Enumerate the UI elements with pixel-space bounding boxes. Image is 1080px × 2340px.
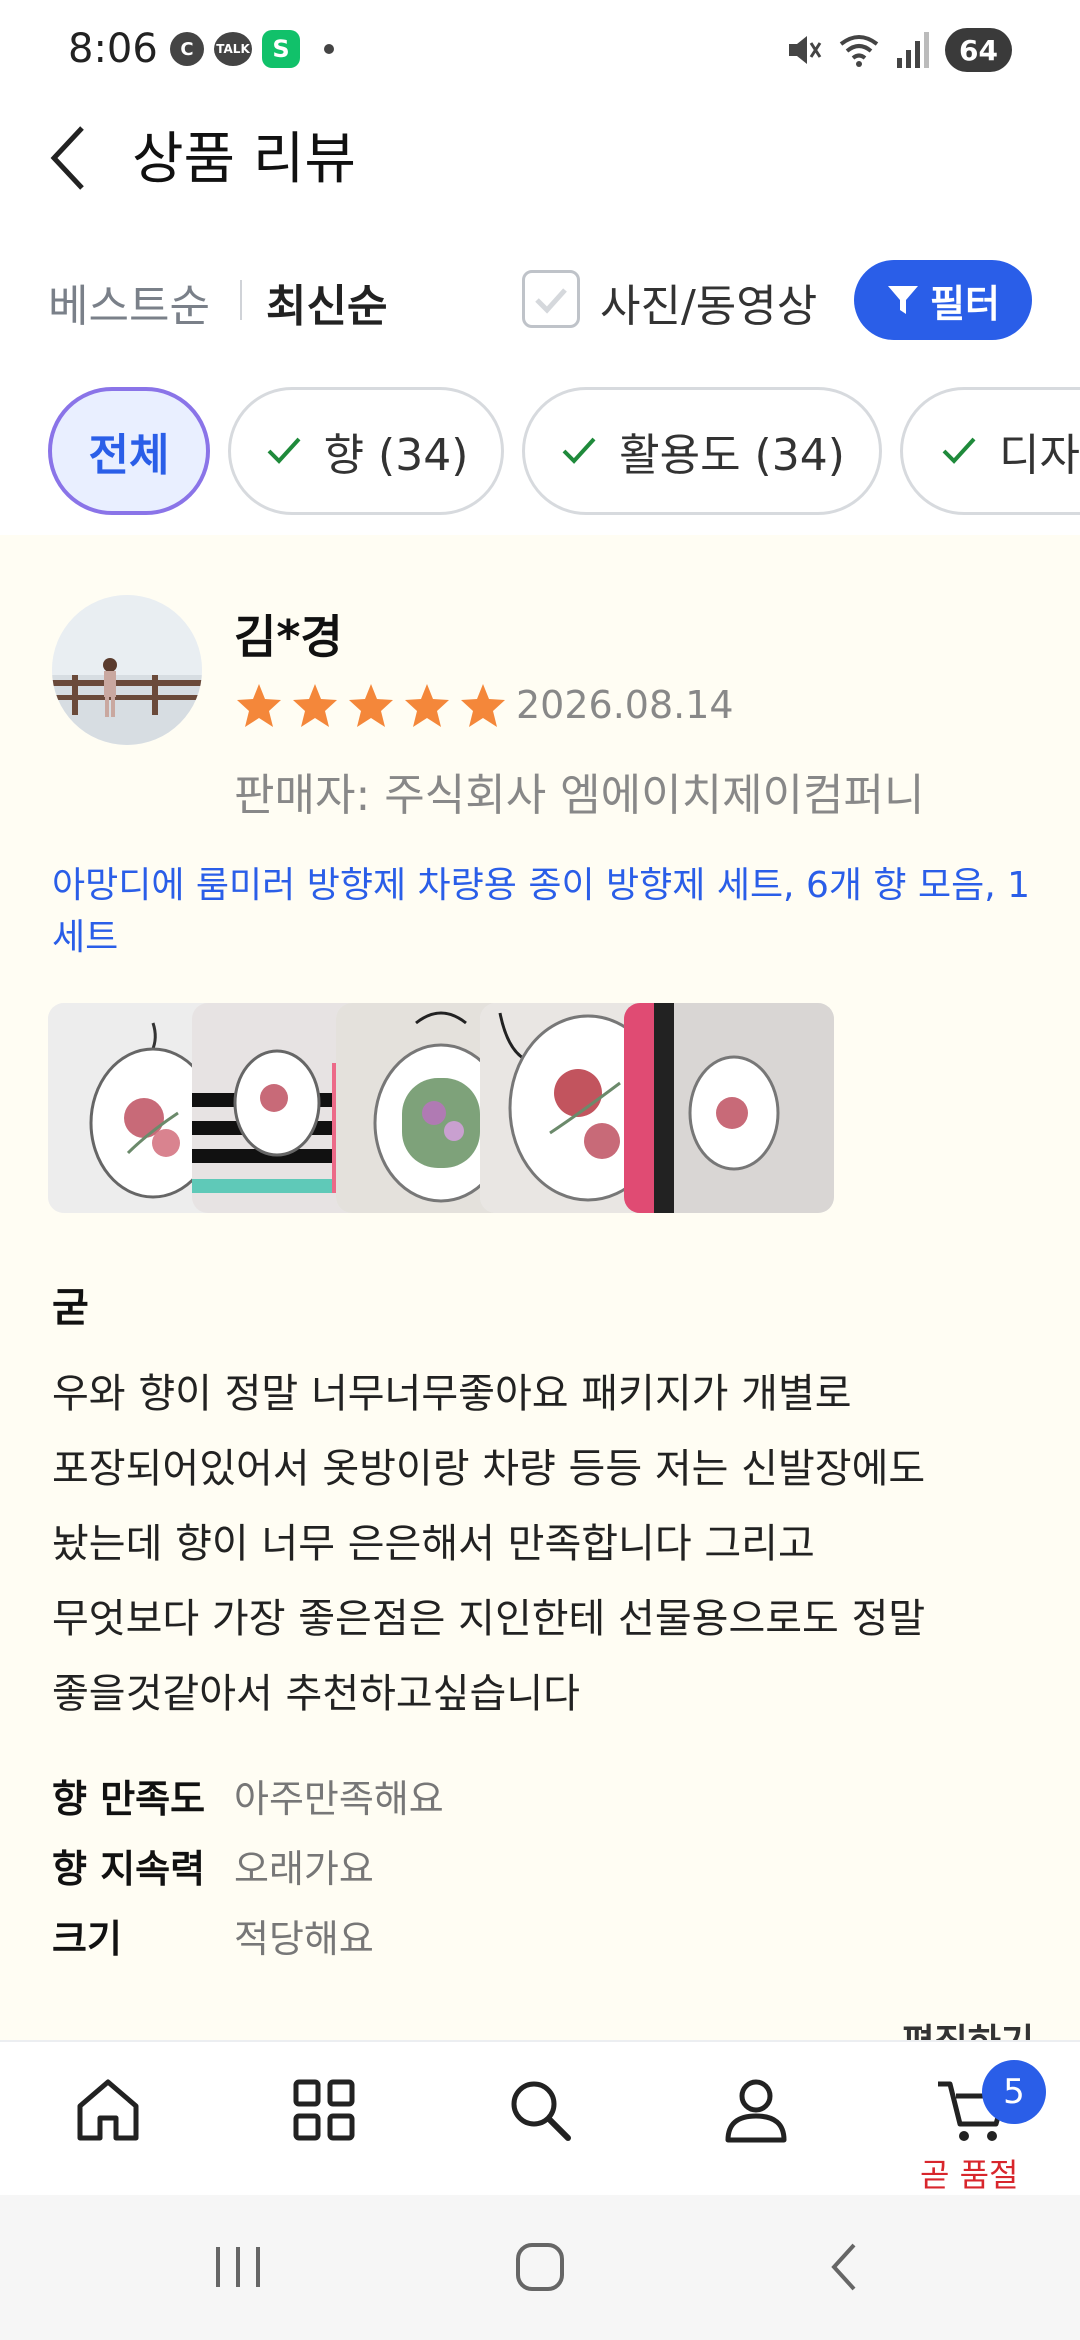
battery-indicator: 64 <box>945 28 1012 72</box>
page-title: 상품 리뷰 <box>132 127 356 192</box>
review-card: 김*경 2026.08.14 판매자: 주식회사 엠에이치제이컴퍼니 아망디에 … <box>0 535 1080 2043</box>
rating-stars <box>234 681 508 731</box>
category-grid-icon[interactable] <box>284 2070 364 2150</box>
signal-icon <box>897 32 930 68</box>
chip-label: 활용도 (34) <box>619 430 845 481</box>
attribute-row: 크기 적당해요 <box>52 1900 1032 1970</box>
chip-all[interactable]: 전체 <box>48 387 210 515</box>
edit-button[interactable]: 편집하기 <box>902 2013 1034 2043</box>
filter-funnel-icon <box>888 286 919 314</box>
star-icon <box>237 684 281 727</box>
review-body-line: 좋을것같아서 추천하고싶습니다 <box>52 1671 580 1717</box>
status-system-icons: 64 <box>783 28 1012 72</box>
home-button-icon[interactable] <box>510 2237 570 2297</box>
check-icon <box>562 437 596 464</box>
status-notification-icons: C TALK S <box>170 30 334 68</box>
filter-button[interactable]: 필터 <box>854 260 1032 340</box>
app-s-icon: S <box>262 30 300 68</box>
reviewer-avatar[interactable] <box>52 595 202 745</box>
attribute-value: 아주만족해요 <box>234 1776 444 1821</box>
back-arrow-icon[interactable] <box>40 118 100 198</box>
bottom-nav: 5 곧 품절 <box>0 2040 1080 2195</box>
cart-count-badge: 5 <box>982 2060 1046 2124</box>
star-icon <box>349 684 393 727</box>
sort-divider <box>240 280 242 320</box>
search-icon[interactable] <box>500 2070 580 2150</box>
attribute-key: 향 지속력 <box>52 1846 206 1891</box>
star-icon <box>461 684 505 727</box>
product-link[interactable]: 아망디에 룸미러 방향제 차량용 종이 방향제 세트, 6개 향 모음, 1세트 <box>52 860 1032 964</box>
reviewer-name: 김*경 <box>234 610 343 664</box>
attribute-key: 향 만족도 <box>52 1776 206 1821</box>
review-body-line: 무엇보다 가장 좋은점은 지인한테 선물용으로도 정말 <box>52 1596 926 1642</box>
attribute-row: 향 지속력 오래가요 <box>52 1830 1032 1900</box>
system-navigation-bar <box>0 2195 1080 2340</box>
chip-usability[interactable]: 활용도 (34) <box>522 387 882 515</box>
review-attributes: 향 만족도 아주만족해요 향 지속력 오래가요 크기 적당해요 <box>52 1760 1032 1970</box>
status-time: 8:06 <box>68 26 158 72</box>
seller-name: 판매자: 주식회사 엠에이치제이컴퍼니 <box>234 770 925 821</box>
review-body-line: 포장되어있어서 옷방이랑 차량 등등 저는 신발장에도 <box>52 1446 926 1492</box>
my-account-icon[interactable] <box>716 2070 796 2150</box>
star-icon <box>405 684 449 727</box>
sort-row: 베스트순 최신순 사진/동영상 필터 <box>0 250 1080 350</box>
check-icon <box>942 437 976 464</box>
attribute-key: 크기 <box>52 1916 122 1961</box>
review-photo-5[interactable] <box>624 1003 834 1213</box>
system-back-icon[interactable] <box>816 2237 876 2297</box>
filter-label: 필터 <box>930 281 1000 326</box>
review-body-line: 우와 향이 정말 너무너무좋아요 패키지가 개별로 <box>52 1371 852 1417</box>
review-date: 2026.08.14 <box>516 683 734 727</box>
attribute-row: 향 만족도 아주만족해요 <box>52 1760 1032 1830</box>
star-icon <box>293 684 337 727</box>
photo-video-label[interactable]: 사진/동영상 <box>600 270 817 334</box>
photo-video-checkbox[interactable] <box>522 270 580 328</box>
status-bar: 8:06 C TALK S 64 <box>0 0 1080 100</box>
wifi-icon <box>839 35 879 67</box>
chip-design[interactable]: 디자 <box>900 387 1080 515</box>
review-body: 우와 향이 정말 너무너무좋아요 패키지가 개별로 포장되어있어서 옷방이랑 차… <box>52 1357 1042 1732</box>
sort-best-button[interactable]: 베스트순 <box>48 270 210 334</box>
review-photo-strip <box>48 1003 1058 1215</box>
home-icon[interactable] <box>68 2070 148 2150</box>
kakaotalk-icon: TALK <box>214 32 252 66</box>
checkbox-check-icon <box>535 288 567 314</box>
dot-icon <box>324 44 334 54</box>
chip-scent[interactable]: 향 (34) <box>228 387 504 515</box>
chip-label: 전체 <box>88 430 170 481</box>
chip-label: 디자 <box>999 430 1080 481</box>
check-icon <box>267 437 301 464</box>
cart-soldout-label: 곧 품절 <box>920 2156 1019 2194</box>
keyword-chip-row: 전체 향 (34) 활용도 (34) 디자 <box>0 385 1080 520</box>
recent-apps-icon[interactable] <box>208 2237 268 2297</box>
mute-icon <box>789 36 822 64</box>
chip-label: 향 (34) <box>323 430 469 481</box>
page-header: 상품 리뷰 <box>0 100 1080 210</box>
attribute-value: 적당해요 <box>234 1916 374 1961</box>
attribute-value: 오래가요 <box>234 1846 374 1891</box>
notification-c-icon: C <box>170 32 204 66</box>
review-headline: 굳 <box>52 1285 89 1331</box>
sort-newest-button[interactable]: 최신순 <box>266 270 387 334</box>
review-body-line: 놨는데 향이 너무 은은해서 만족합니다 그리고 <box>52 1521 815 1567</box>
